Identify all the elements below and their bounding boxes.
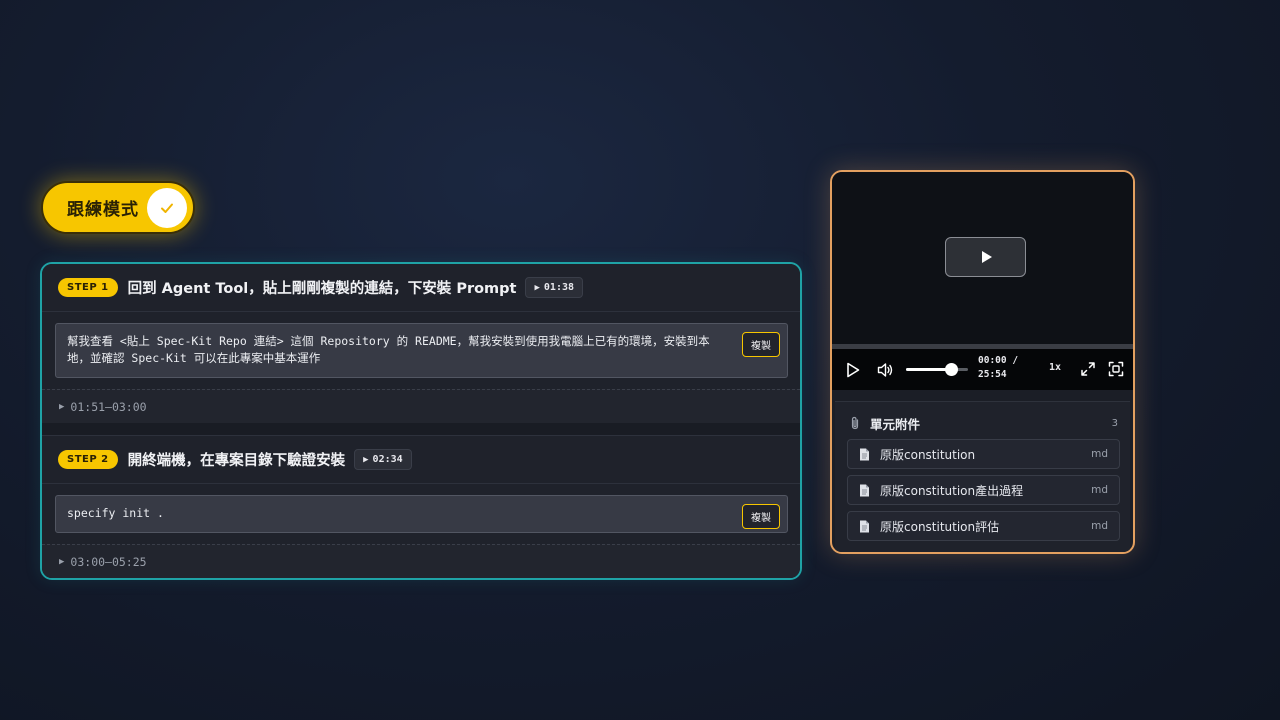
attachment-item[interactable]: 原版constitution md (847, 439, 1120, 469)
step-divider (42, 423, 800, 435)
time-range-toggle[interactable]: ▶ 01:51–03:00 (42, 389, 800, 423)
expand-triangle-icon: ▶ (59, 556, 65, 567)
jump-time-label: 01:38 (543, 282, 575, 293)
video-controls: 00:00 / 25:54 1x (832, 349, 1133, 390)
attachment-item[interactable]: 原版constitution評估 md (847, 511, 1120, 541)
attachment-ext: md (1091, 448, 1108, 460)
attachment-ext: md (1091, 520, 1108, 532)
jump-to-time-button[interactable]: ▶ 02:34 (354, 449, 412, 470)
play-icon (981, 251, 992, 263)
time-readout: 00:00 / 25:54 (978, 354, 1018, 382)
video-player[interactable] (832, 172, 1133, 344)
attachment-ext: md (1091, 484, 1108, 496)
current-time: 00:00 / (978, 355, 1019, 366)
copy-button[interactable]: 複製 (742, 332, 780, 357)
file-icon (860, 520, 869, 532)
big-play-button[interactable] (945, 237, 1026, 277)
fullscreen-icon (1081, 362, 1095, 376)
step-badge: STEP 2 (58, 450, 118, 469)
attachment-name: 原版constitution評估 (880, 519, 1000, 534)
attachments-section: 單元附件 3 原版constitution md 原版constitution產… (835, 401, 1130, 552)
duration: 25:54 (978, 369, 1007, 380)
file-icon (860, 484, 869, 496)
paperclip-icon (851, 416, 859, 430)
attachment-name: 原版constitution (880, 447, 976, 462)
fullscreen-button[interactable] (1080, 361, 1096, 377)
attachments-count: 3 (1111, 417, 1118, 429)
step-title: 開終端機，在專案目錄下驗證安裝 (127, 453, 346, 469)
volume-knob[interactable] (945, 363, 959, 376)
capture-icon (1108, 361, 1124, 377)
file-icon (860, 448, 869, 460)
screenshot-button[interactable] (1108, 361, 1124, 377)
check-icon (147, 188, 187, 228)
jump-time-label: 02:34 (372, 454, 403, 465)
time-range-label: 03:00–05:25 (70, 554, 147, 569)
play-icon: ▶ (363, 454, 369, 465)
attachments-title: 單元附件 (870, 416, 921, 432)
step-header: STEP 2 開終端機，在專案目錄下驗證安裝 ▶ 02:34 (42, 436, 800, 484)
attachment-item[interactable]: 原版constitution產出過程 md (847, 475, 1120, 505)
time-range-toggle[interactable]: ▶ 03:00–05:25 (42, 544, 800, 578)
step-title: 回到 Agent Tool，貼上剛剛複製的連結，下安裝 Prompt (127, 281, 517, 297)
volume-slider[interactable] (906, 363, 968, 376)
step-badge: STEP 1 (58, 278, 118, 297)
copy-button[interactable]: 複製 (742, 504, 780, 529)
mode-toggle[interactable]: 跟練模式 (41, 181, 195, 234)
step-2: STEP 2 開終端機，在專案目錄下驗證安裝 ▶ 02:34 specify i… (42, 435, 800, 578)
volume-icon (877, 362, 893, 377)
prompt-text: specify init . (67, 506, 164, 520)
attachments-header: 單元附件 3 (849, 412, 1120, 434)
attachment-name: 原版constitution產出過程 (880, 483, 1024, 498)
attachments-list: 原版constitution md 原版constitution產出過程 md … (847, 439, 1120, 541)
expand-triangle-icon: ▶ (59, 401, 65, 412)
steps-panel: STEP 1 回到 Agent Tool，貼上剛剛複製的連結，下安裝 Promp… (40, 262, 802, 580)
prompt-box: 幫我查看 <貼上 Spec-Kit Repo 連結> 這個 Repository… (55, 323, 788, 378)
time-range-label: 01:51–03:00 (70, 399, 147, 414)
step-1: STEP 1 回到 Agent Tool，貼上剛剛複製的連結，下安裝 Promp… (42, 264, 800, 423)
side-card: 00:00 / 25:54 1x 單元附件 3 原版constitution m… (830, 170, 1135, 554)
prompt-box: specify init . 複製 (55, 495, 788, 533)
play-icon: ▶ (534, 282, 540, 293)
mode-toggle-label: 跟練模式 (67, 200, 139, 220)
step-header: STEP 1 回到 Agent Tool，貼上剛剛複製的連結，下安裝 Promp… (42, 264, 800, 312)
play-button[interactable] (846, 362, 860, 378)
playback-speed-button[interactable]: 1x (1049, 362, 1061, 373)
volume-button[interactable] (877, 362, 894, 378)
jump-to-time-button[interactable]: ▶ 01:38 (525, 277, 584, 298)
play-icon (847, 362, 860, 377)
prompt-text: 幫我查看 <貼上 Spec-Kit Repo 連結> 這個 Repository… (67, 334, 710, 365)
